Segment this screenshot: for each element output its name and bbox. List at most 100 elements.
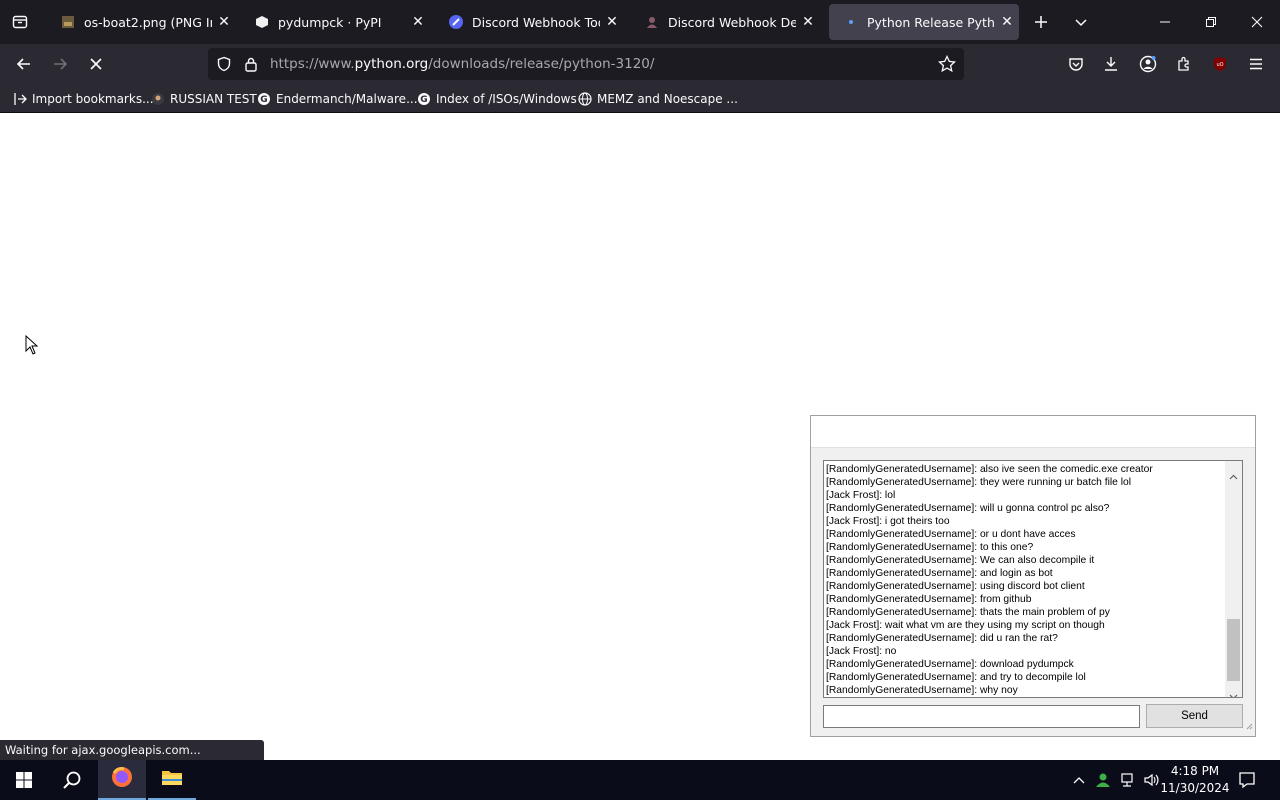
back-button[interactable] — [8, 48, 40, 80]
volume-icon[interactable] — [1141, 770, 1161, 790]
chat-message: [Jack Frost]: i got theirs too — [826, 516, 950, 527]
clock-time: 4:18 PM — [1170, 764, 1220, 778]
chat-message-input[interactable] — [823, 705, 1140, 728]
scroll-up-icon[interactable] — [1229, 465, 1238, 484]
tab-title: Discord Webhook Tool | C — [472, 14, 600, 30]
downloads-icon[interactable] — [1095, 48, 1127, 80]
network-icon[interactable] — [1117, 770, 1137, 790]
discord-tool-icon — [448, 14, 464, 30]
svg-text:G: G — [420, 95, 427, 105]
bookmark-import[interactable]: Import bookmarks... — [12, 90, 154, 108]
tab-python-release[interactable]: Python Release Python 3. ✕ — [829, 4, 1019, 40]
resize-grip-icon[interactable] — [1245, 715, 1253, 734]
bookmark-site-icon — [150, 91, 166, 107]
browser-chrome: os-boat2.png (PNG Image ✕ pydumpck · PyP… — [0, 0, 1280, 113]
chat-log[interactable]: [RandomlyGeneratedUsername]: also ive se… — [823, 460, 1243, 698]
tab-title: Discord Webhook Deleter — [668, 14, 796, 30]
tab-title: os-boat2.png (PNG Image — [84, 14, 212, 30]
chat-message: [RandomlyGeneratedUsername]: and try to … — [826, 672, 1086, 683]
tab-close-icon[interactable]: ✕ — [600, 14, 624, 30]
chat-message: [RandomlyGeneratedUsername]: download py… — [826, 659, 1074, 670]
chat-message: [RandomlyGeneratedUsername]: they were r… — [826, 477, 1132, 488]
tab-pydumpck[interactable]: pydumpck · PyPI ✕ — [240, 4, 430, 40]
tab-title: pydumpck · PyPI — [278, 14, 382, 30]
lock-icon[interactable] — [244, 56, 258, 76]
status-bar: Waiting for ajax.googleapis.com... — [0, 740, 264, 760]
tab-os-boat2[interactable]: os-boat2.png (PNG Image ✕ — [46, 4, 236, 40]
tab-title: Python Release Python 3. — [867, 14, 995, 30]
chat-message: [RandomlyGeneratedUsername]: or u dont h… — [826, 529, 1076, 540]
show-hidden-icons-icon[interactable] — [1069, 770, 1089, 790]
send-button[interactable]: Send — [1146, 704, 1243, 728]
google-icon: G — [256, 91, 272, 107]
tab-discord-webhook-deleter[interactable]: Discord Webhook Deleter ✕ — [630, 4, 820, 40]
minimize-button[interactable] — [1142, 0, 1188, 44]
bookmark-label: Endermanch/Malware... — [276, 92, 418, 106]
account-icon[interactable] — [1132, 48, 1164, 80]
start-button[interactable] — [0, 760, 48, 800]
chat-message: [RandomlyGeneratedUsername]: We can also… — [826, 555, 1095, 566]
firefox-icon — [111, 766, 133, 792]
chat-scrollbar[interactable] — [1225, 461, 1242, 697]
mouse-cursor-icon — [25, 334, 39, 359]
taskbar-file-explorer[interactable] — [148, 760, 196, 800]
chat-message: [RandomlyGeneratedUsername]: using disco… — [826, 581, 1085, 592]
app-menu-icon[interactable] — [1240, 48, 1272, 80]
chat-messages: [RandomlyGeneratedUsername]: also ive se… — [826, 463, 1224, 697]
taskbar-firefox[interactable] — [98, 760, 146, 800]
bookmark-index-isos[interactable]: G Index of /ISOs/Windows — [416, 90, 577, 108]
bookmark-label: Import bookmarks... — [32, 92, 154, 106]
extensions-icon[interactable] — [1168, 48, 1200, 80]
bookmark-star-icon[interactable] — [938, 54, 956, 77]
chat-message: [Jack Frost]: no — [826, 646, 897, 657]
navigation-toolbar: https://www.python.org/downloads/release… — [0, 44, 1280, 84]
chat-message: [RandomlyGeneratedUsername]: also ive se… — [826, 464, 1153, 475]
pocket-icon[interactable] — [1060, 48, 1092, 80]
taskbar: 4:18 PM 11/30/2024 — [0, 760, 1280, 800]
folder-icon — [161, 768, 183, 790]
url-text[interactable]: https://www.python.org/downloads/release… — [270, 56, 654, 72]
bookmark-label: Index of /ISOs/Windows — [436, 92, 577, 106]
discord-deleter-icon — [644, 14, 660, 30]
restore-button[interactable] — [1188, 0, 1234, 44]
chat-window-header — [811, 416, 1255, 448]
tracking-protection-shield-icon[interactable] — [216, 56, 232, 76]
close-window-button[interactable] — [1234, 0, 1280, 44]
globe-icon — [577, 91, 593, 107]
scroll-thumb[interactable] — [1227, 619, 1240, 681]
tab-overview-icon[interactable] — [4, 6, 36, 38]
new-tab-button[interactable] — [1020, 0, 1062, 44]
svg-text:uO: uO — [1216, 62, 1223, 68]
loading-icon — [843, 14, 859, 30]
pypi-icon — [254, 14, 270, 30]
list-all-tabs-button[interactable] — [1060, 0, 1102, 44]
import-icon — [12, 91, 28, 107]
taskbar-clock[interactable]: 4:18 PM 11/30/2024 — [1160, 763, 1230, 797]
bookmark-label: MEMZ and Noescape ... — [597, 92, 738, 106]
chat-message: [Jack Frost]: lol — [826, 490, 896, 501]
notifications-icon[interactable] — [1237, 770, 1257, 790]
bookmark-endermanch[interactable]: G Endermanch/Malware... — [256, 90, 418, 108]
tab-close-icon[interactable]: ✕ — [212, 14, 236, 30]
search-icon[interactable] — [48, 760, 96, 800]
tab-close-icon[interactable]: ✕ — [406, 14, 430, 30]
bookmark-memz[interactable]: MEMZ and Noescape ... — [577, 90, 738, 108]
tab-bar: os-boat2.png (PNG Image ✕ pydumpck · PyP… — [0, 0, 1280, 44]
scroll-down-icon[interactable] — [1229, 685, 1238, 697]
tab-discord-webhook-tool[interactable]: Discord Webhook Tool | C ✕ — [434, 4, 624, 40]
svg-text:G: G — [260, 95, 267, 105]
bookmarks-toolbar: Import bookmarks... RUSSIAN TEST G Ender… — [0, 84, 1280, 113]
bookmark-russian-test[interactable]: RUSSIAN TEST — [150, 90, 257, 108]
forward-button[interactable] — [44, 48, 76, 80]
chat-message: [RandomlyGeneratedUsername]: why noy — [826, 685, 1018, 696]
clock-date: 11/30/2024 — [1160, 781, 1230, 795]
google-icon: G — [416, 91, 432, 107]
tab-close-icon[interactable]: ✕ — [995, 14, 1019, 30]
chat-message: [Jack Frost]: wait what vm are they usin… — [826, 620, 1105, 631]
tray-app-icon[interactable] — [1093, 770, 1113, 790]
tab-close-icon[interactable]: ✕ — [796, 14, 820, 30]
ublock-origin-icon[interactable]: uO — [1204, 48, 1236, 80]
chat-window: [RandomlyGeneratedUsername]: also ive se… — [810, 415, 1256, 737]
stop-loading-button[interactable] — [80, 48, 112, 80]
url-bar[interactable]: https://www.python.org/downloads/release… — [208, 48, 964, 80]
